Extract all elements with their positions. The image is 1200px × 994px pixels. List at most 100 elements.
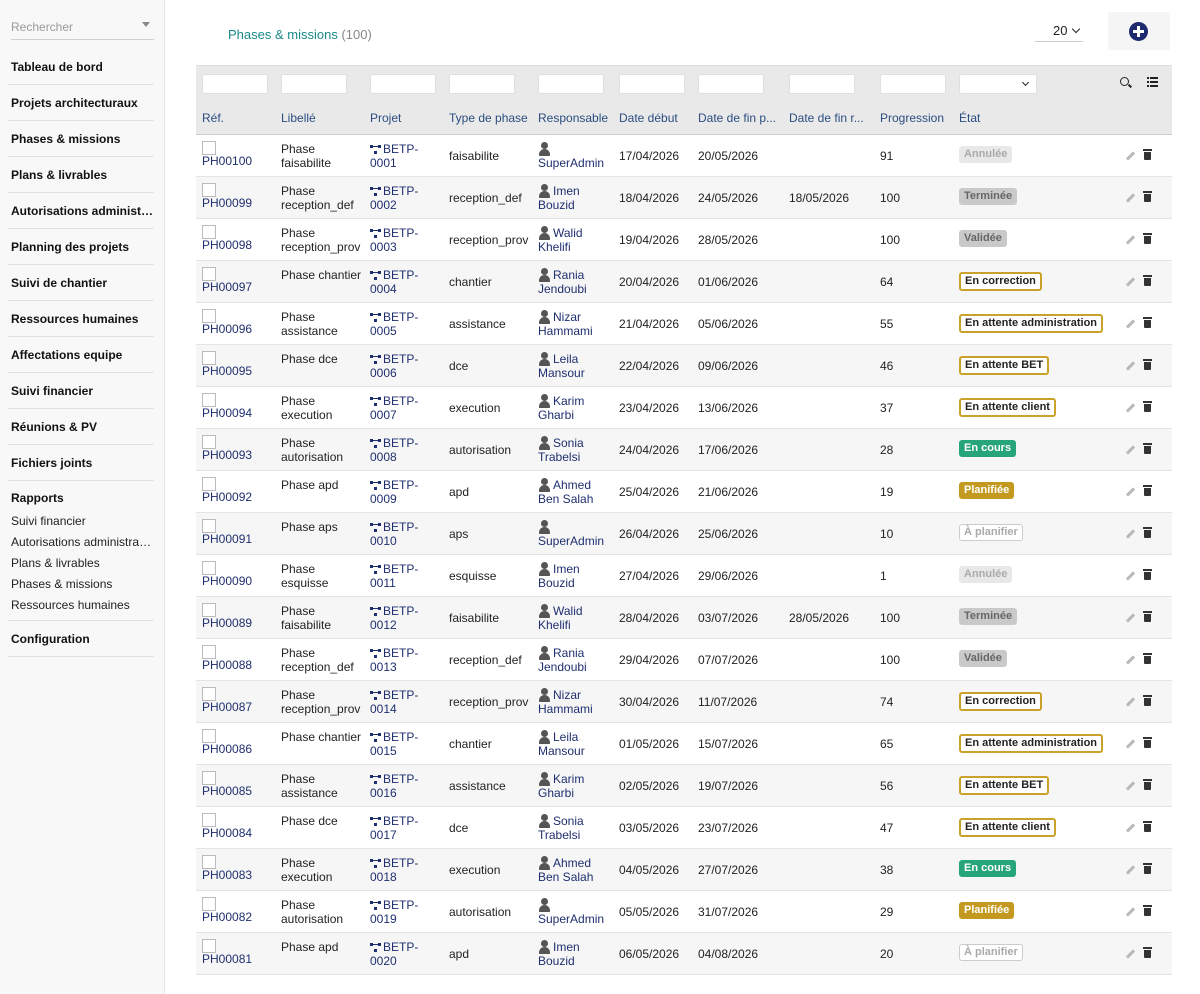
table-row[interactable]: PH00097 Phase chantier BETP-0004 chantier Ra… [196,261,1172,303]
column-header[interactable]: Projet [370,111,445,125]
pencil-icon[interactable] [1125,655,1136,665]
sidebar-subitem[interactable]: Ressources humaines [11,598,154,612]
table-row[interactable]: PH00093 Phase autorisation BETP-0008 autori… [196,429,1172,471]
column-header[interactable]: Date de fin r... [789,111,875,125]
sidebar-item[interactable]: Tableau de bord [11,60,154,74]
sidebar-subitem[interactable]: Plans & livrables [11,556,154,570]
project-link[interactable]: BETP-0011 [370,562,440,590]
page-title-text[interactable]: Phases & missions [228,27,338,42]
pencil-icon[interactable] [1125,529,1136,539]
per-page-select[interactable]: 20 [1035,20,1083,42]
filter-input[interactable] [619,74,685,94]
column-header[interactable]: Type de phase [449,111,535,125]
column-header[interactable]: Progression [880,111,956,125]
responsable-link[interactable]: Imen Bouzid [538,562,614,590]
ref-link[interactable]: PH00088 [202,658,252,672]
pencil-icon[interactable] [1125,361,1136,371]
table-row[interactable]: PH00092 Phase apd BETP-0009 apd Ahmed Ben Sa… [196,471,1172,513]
sidebar-item[interactable]: Autorisations administratives [11,204,154,218]
responsable-link[interactable]: Sonia Trabelsi [538,814,614,842]
sidebar-item[interactable]: Réunions & PV [11,420,154,434]
trash-icon[interactable] [1143,863,1152,874]
project-link[interactable]: BETP-0016 [370,772,440,800]
project-link[interactable]: BETP-0010 [370,520,440,548]
pencil-icon[interactable] [1125,193,1136,203]
pencil-icon[interactable] [1125,613,1136,623]
project-link[interactable]: BETP-0008 [370,436,440,464]
trash-icon[interactable] [1143,527,1152,538]
project-link[interactable]: BETP-0020 [370,940,440,968]
trash-icon[interactable] [1143,695,1152,706]
responsable-link[interactable]: Karim Gharbi [538,772,614,800]
ref-link[interactable]: PH00100 [202,154,252,168]
ref-link[interactable]: PH00091 [202,532,252,546]
column-header[interactable]: Responsable [538,111,616,125]
table-row[interactable]: PH00096 Phase assistance BETP-0005 assistan… [196,303,1172,345]
sidebar-item[interactable]: Plans & livrables [11,168,154,182]
table-row[interactable]: PH00082 Phase autorisation BETP-0019 autori… [196,891,1172,933]
ref-link[interactable]: PH00081 [202,952,252,966]
responsable-link[interactable]: Rania Jendoubi [538,268,614,296]
filter-input[interactable] [370,74,436,94]
filter-input[interactable] [880,74,946,94]
responsable-link[interactable]: Imen Bouzid [538,940,614,968]
trash-icon[interactable] [1143,569,1152,580]
pencil-icon[interactable] [1125,319,1136,329]
table-row[interactable]: PH00081 Phase apd BETP-0020 apd Imen Bouzid 0… [196,933,1172,975]
ref-link[interactable]: PH00087 [202,700,252,714]
pencil-icon[interactable] [1125,151,1136,161]
trash-icon[interactable] [1143,359,1152,370]
filter-input[interactable] [538,74,604,94]
trash-icon[interactable] [1143,779,1152,790]
pencil-icon[interactable] [1125,739,1136,749]
responsable-link[interactable]: SuperAdmin [538,898,614,926]
project-link[interactable]: BETP-0019 [370,898,440,926]
table-row[interactable]: PH00089 Phase faisabilite BETP-0012 faisabi… [196,597,1172,639]
responsable-link[interactable]: Walid Khelifi [538,226,614,254]
trash-icon[interactable] [1143,611,1152,622]
sidebar-item[interactable]: Ressources humaines [11,312,154,326]
responsable-link[interactable]: Karim Gharbi [538,394,614,422]
trash-icon[interactable] [1143,905,1152,916]
project-link[interactable]: BETP-0002 [370,184,440,212]
responsable-link[interactable]: Imen Bouzid [538,184,614,212]
trash-icon[interactable] [1143,401,1152,412]
responsable-link[interactable]: Ahmed Ben Salah [538,856,614,884]
sidebar-item[interactable]: Affectations equipe [11,348,154,362]
project-link[interactable]: BETP-0007 [370,394,440,422]
filter-input[interactable] [789,74,855,94]
responsable-name[interactable]: SuperAdmin [538,156,604,170]
responsable-link[interactable]: Walid Khelifi [538,604,614,632]
responsable-link[interactable]: SuperAdmin [538,520,614,548]
project-link[interactable]: BETP-0018 [370,856,440,884]
responsable-link[interactable]: Sonia Trabelsi [538,436,614,464]
sidebar-item[interactable]: Projets architecturaux [11,96,154,110]
responsable-link[interactable]: Leila Mansour [538,730,614,758]
table-row[interactable]: PH00095 Phase dce BETP-0006 dce Leila Mansou… [196,345,1172,387]
trash-icon[interactable] [1143,485,1152,496]
project-link[interactable]: BETP-0013 [370,646,440,674]
sidebar-subitem[interactable]: Autorisations administratives [11,535,154,549]
project-link[interactable]: BETP-0005 [370,310,440,338]
project-link[interactable]: BETP-0009 [370,478,440,506]
table-row[interactable]: PH00083 Phase execution BETP-0018 execution… [196,849,1172,891]
ref-link[interactable]: PH00085 [202,784,252,798]
table-row[interactable]: PH00094 Phase execution BETP-0007 execution… [196,387,1172,429]
column-header[interactable]: État [959,111,1039,125]
responsable-name[interactable]: SuperAdmin [538,534,604,548]
pencil-icon[interactable] [1125,487,1136,497]
project-link[interactable]: BETP-0003 [370,226,440,254]
sidebar-search[interactable] [11,16,154,40]
ref-link[interactable]: PH00099 [202,196,252,210]
pencil-icon[interactable] [1125,697,1136,707]
project-link[interactable]: BETP-0012 [370,604,440,632]
trash-icon[interactable] [1143,317,1152,328]
responsable-link[interactable]: SuperAdmin [538,142,614,170]
responsable-name[interactable]: SuperAdmin [538,912,604,926]
column-header[interactable]: Date de fin p... [698,111,784,125]
pencil-icon[interactable] [1125,445,1136,455]
trash-icon[interactable] [1143,821,1152,832]
trash-icon[interactable] [1143,233,1152,244]
table-row[interactable]: PH00098 Phase reception_prov BETP-0003 rece… [196,219,1172,261]
ref-link[interactable]: PH00093 [202,448,252,462]
